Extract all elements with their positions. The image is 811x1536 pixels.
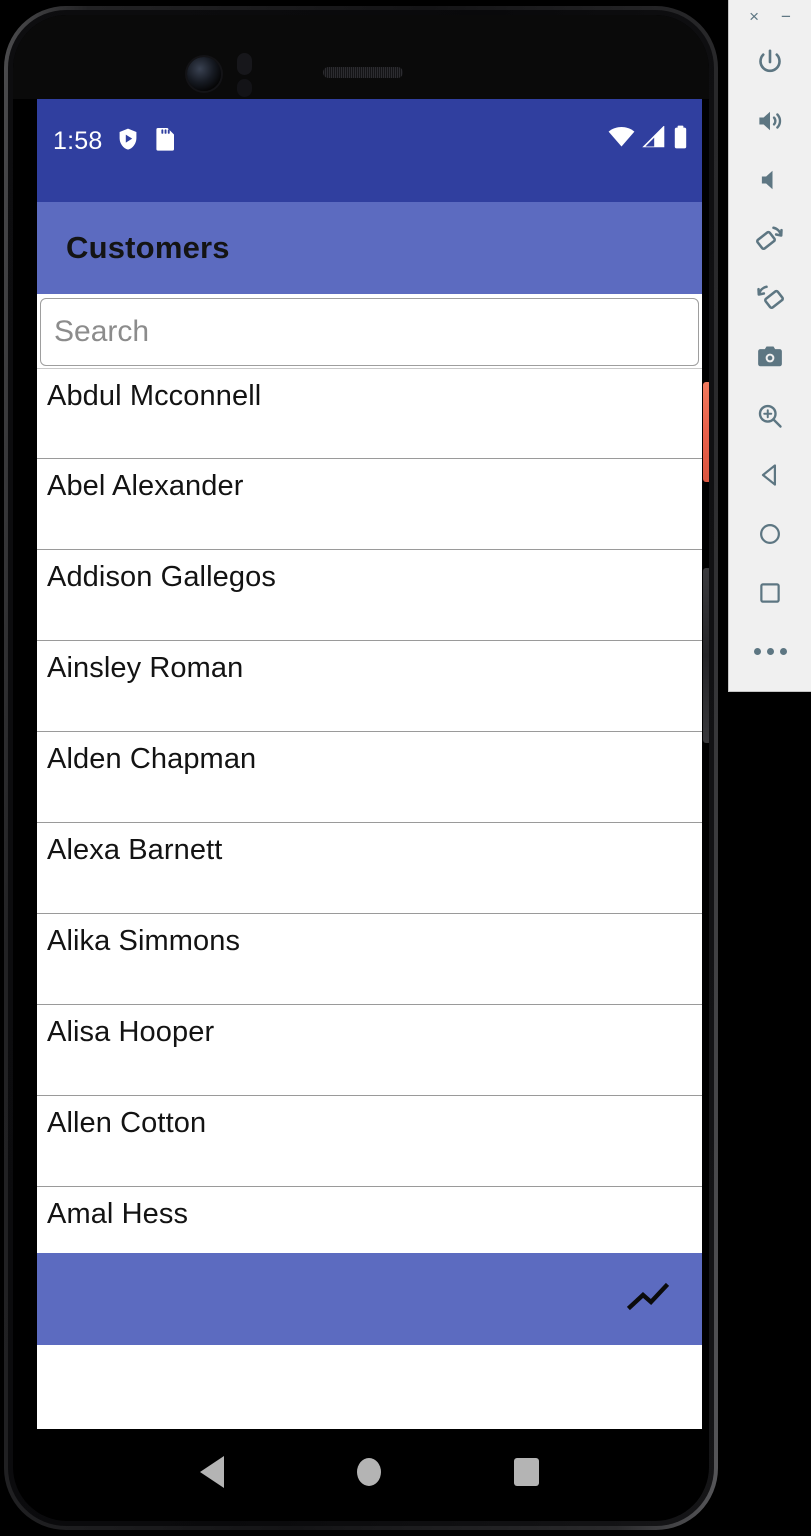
- rotate-left-icon[interactable]: [729, 209, 811, 268]
- more-icon[interactable]: [729, 622, 811, 681]
- screenshot-camera-icon[interactable]: [729, 327, 811, 386]
- volume-rocker-button[interactable]: [703, 568, 709, 743]
- volume-up-icon[interactable]: [729, 91, 811, 150]
- list-item[interactable]: Alden Chapman: [37, 732, 702, 823]
- customer-name: Abdul Mcconnell: [47, 380, 262, 412]
- device-glass: 1:58 Customers Search Abdul Mcconnell Ab…: [13, 15, 709, 1521]
- android-emulator-device: 1:58 Customers Search Abdul Mcconnell Ab…: [4, 6, 718, 1530]
- sd-card-icon: [154, 127, 176, 156]
- android-navigation-bar: [37, 1429, 702, 1515]
- phone-screen: 1:58 Customers Search Abdul Mcconnell Ab…: [37, 99, 702, 1429]
- minimize-icon[interactable]: −: [781, 8, 791, 25]
- customer-name: Allen Cotton: [47, 1107, 207, 1139]
- screenshot-root: 1:58 Customers Search Abdul Mcconnell Ab…: [0, 0, 811, 1536]
- shield-play-icon: [116, 127, 140, 156]
- list-item[interactable]: Addison Gallegos: [37, 550, 702, 641]
- trending-up-chart-icon[interactable]: [626, 1281, 670, 1318]
- list-item[interactable]: Alika Simmons: [37, 914, 702, 1005]
- list-item[interactable]: Ainsley Roman: [37, 641, 702, 732]
- status-bar-right-group: [608, 125, 688, 154]
- earpiece-speaker-icon: [323, 67, 403, 78]
- device-inner-bezel: 1:58 Customers Search Abdul Mcconnell Ab…: [8, 10, 714, 1526]
- cellular-signal-icon: [642, 125, 666, 153]
- volume-down-icon[interactable]: [729, 150, 811, 209]
- rotate-right-icon[interactable]: [729, 268, 811, 327]
- wifi-icon: [608, 126, 635, 153]
- search-field-container: [37, 294, 702, 366]
- app-bar: Customers: [37, 202, 702, 294]
- customer-name: Alisa Hooper: [47, 1016, 215, 1048]
- emulator-toolbar: × −: [728, 0, 811, 692]
- customer-list[interactable]: Abdul Mcconnell Abel Alexander Addison G…: [37, 368, 702, 1345]
- list-item[interactable]: Abel Alexander: [37, 459, 702, 550]
- close-icon[interactable]: ×: [749, 8, 759, 25]
- customer-name: Alexa Barnett: [47, 834, 223, 866]
- search-input[interactable]: [40, 298, 699, 366]
- list-item[interactable]: Allen Cotton: [37, 1096, 702, 1187]
- zoom-in-icon[interactable]: [729, 386, 811, 445]
- customer-name: Ainsley Roman: [47, 652, 244, 684]
- customer-name: Alden Chapman: [47, 743, 257, 775]
- top-bezel: [13, 15, 709, 99]
- customer-name: Addison Gallegos: [47, 561, 276, 593]
- android-status-bar: 1:58: [37, 99, 702, 202]
- list-item[interactable]: Abdul Mcconnell: [37, 368, 702, 459]
- status-bar-clock: 1:58: [53, 127, 103, 155]
- nav-home-button[interactable]: [356, 1458, 381, 1486]
- battery-icon: [673, 125, 688, 154]
- overview-icon[interactable]: [729, 563, 811, 622]
- status-bar-left-group: 1:58: [53, 127, 176, 156]
- page-title: Customers: [66, 230, 230, 265]
- ambient-light-sensor-icon: [237, 79, 252, 97]
- nav-recents-button[interactable]: [514, 1458, 540, 1486]
- nav-back-button[interactable]: [199, 1456, 224, 1488]
- power-button[interactable]: [703, 382, 709, 482]
- bottom-app-bar: [37, 1253, 702, 1345]
- list-item[interactable]: Alisa Hooper: [37, 1005, 702, 1096]
- front-camera-icon: [187, 57, 221, 91]
- app-content: Abdul Mcconnell Abel Alexander Addison G…: [37, 294, 702, 1345]
- emulator-window-controls: × −: [729, 0, 811, 32]
- back-icon[interactable]: [729, 445, 811, 504]
- customer-name: Abel Alexander: [47, 470, 244, 502]
- customer-name: Alika Simmons: [47, 925, 241, 957]
- list-item[interactable]: Alexa Barnett: [37, 823, 702, 914]
- customer-name: Amal Hess: [47, 1198, 189, 1230]
- power-icon[interactable]: [729, 32, 811, 91]
- proximity-sensor-icon: [237, 53, 252, 75]
- home-icon[interactable]: [729, 504, 811, 563]
- ellipsis-dots: [753, 648, 787, 655]
